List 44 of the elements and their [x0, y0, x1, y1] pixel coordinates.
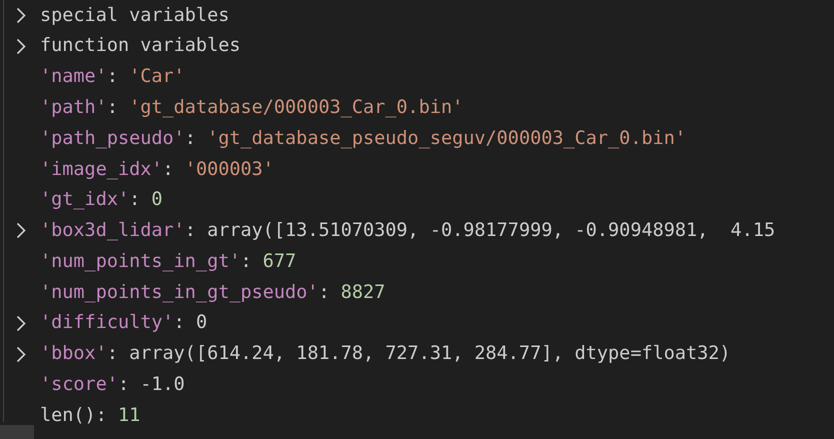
variable-value: -1.0 — [140, 373, 185, 398]
separator: : — [106, 96, 119, 120]
separator: : — [106, 65, 119, 90]
separator: : — [174, 311, 186, 336]
string-value: 'gt_database/000003_Car_0.bin' — [129, 96, 464, 120]
separator: : — [129, 188, 142, 212]
number-value: 677 — [262, 250, 296, 274]
variable-name: 'num_points_in_gt_pseudo' — [40, 280, 318, 305]
variable-name: 'name' — [40, 65, 107, 90]
number-value: 8827 — [340, 280, 386, 305]
chevron-right-icon[interactable] — [16, 6, 26, 24]
separator: : — [96, 404, 108, 428]
variable-name: 'image_idx' — [40, 158, 163, 182]
separator: : — [318, 280, 331, 305]
variable-name: 'score' — [40, 373, 118, 398]
variable-value: array([614.24, 181.78, 727.31, 284.77], dtype=float32) — [129, 342, 731, 366]
separator: : — [118, 373, 130, 398]
variable-value: 0 — [196, 311, 208, 336]
scrollbar[interactable] — [0, 425, 34, 439]
chevron-right-icon[interactable] — [16, 314, 26, 332]
variable-value: len() — [40, 404, 96, 428]
variable-name: 'bbox' — [40, 342, 107, 366]
variable-value: special variables — [40, 4, 230, 28]
variable-name: 'difficulty' — [40, 311, 174, 336]
separator: : — [184, 219, 197, 244]
variable-name: 'num_points_in_gt' — [40, 250, 240, 274]
separator: : — [184, 126, 197, 151]
variable-name: 'box3d_lidar' — [40, 219, 185, 244]
string-value: 'gt_database_pseudo_seguv/000003_Car_0.bin' — [207, 126, 686, 151]
string-value: '000003' — [184, 158, 274, 182]
variable-value: array([13.51070309, -0.98177999, -0.90948981, 4.15 — [207, 219, 776, 244]
separator: : — [240, 250, 253, 274]
variable-name: 'path' — [40, 96, 107, 120]
chevron-right-icon[interactable] — [16, 346, 26, 363]
variable-name: 'path_pseudo' — [40, 126, 185, 151]
variable-name: 'gt_idx' — [40, 188, 130, 212]
variable-value: function variables — [40, 34, 240, 58]
string-value: 'Car' — [129, 65, 185, 90]
chevron-right-icon[interactable] — [16, 222, 26, 240]
number-value: 0 — [151, 188, 163, 212]
separator: : — [162, 158, 175, 182]
number-value: 11 — [118, 404, 140, 428]
separator: : — [106, 342, 119, 366]
chevron-right-icon[interactable] — [16, 38, 26, 55]
